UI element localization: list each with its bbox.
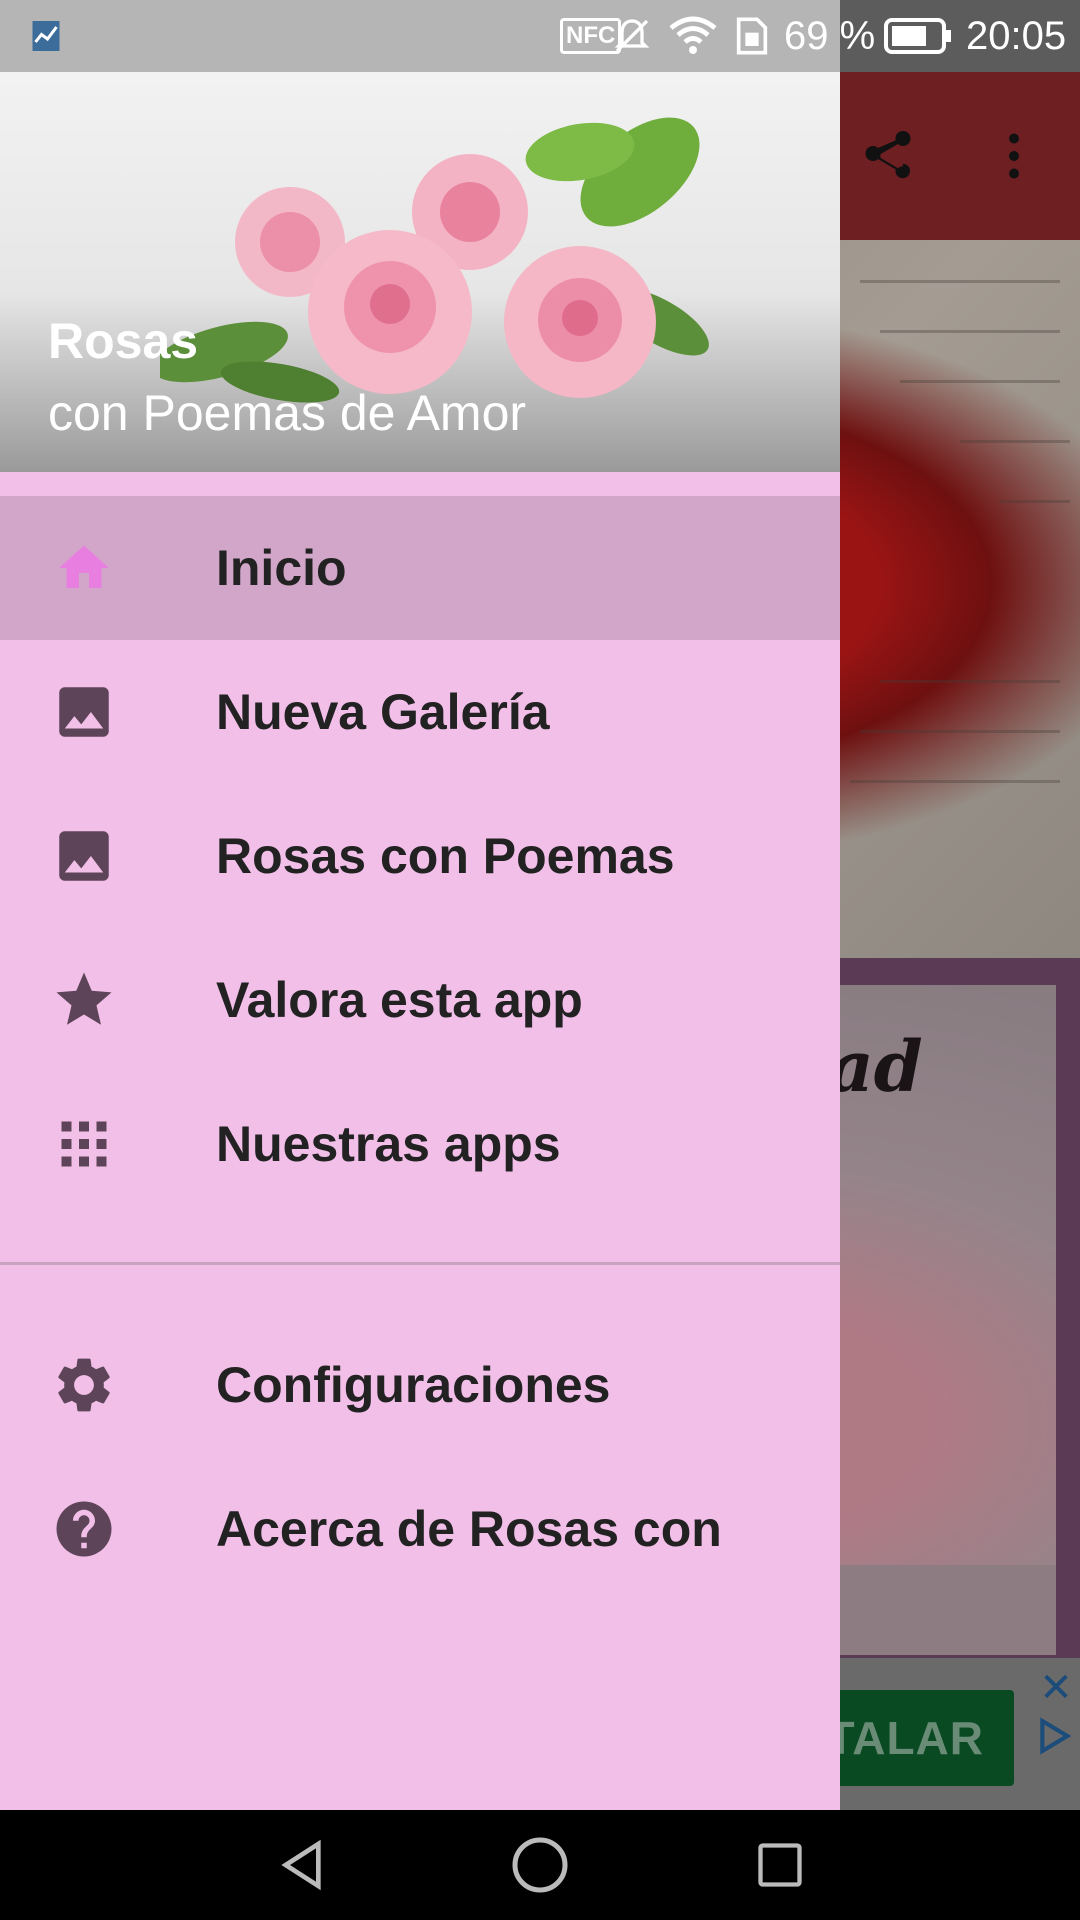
ad-close-icon[interactable]: ✕ xyxy=(1036,1668,1076,1708)
clock: 20:05 xyxy=(966,13,1067,58)
wifi-icon xyxy=(668,0,718,72)
nav-item-label: Valora esta app xyxy=(216,972,583,1028)
back-icon[interactable] xyxy=(262,1830,342,1900)
ad-choices-icon[interactable] xyxy=(1034,1716,1074,1756)
nav-item-label: Configuraciones xyxy=(216,1357,611,1413)
home-nav-icon[interactable] xyxy=(500,1830,580,1900)
apps-grid-icon xyxy=(48,1108,120,1180)
gear-icon xyxy=(48,1349,120,1421)
nav-item-configuraciones[interactable]: Configuraciones xyxy=(0,1313,840,1457)
home-icon xyxy=(48,532,120,604)
star-icon xyxy=(48,964,120,1036)
drawer-subtitle: con Poemas de Amor xyxy=(48,385,527,441)
nav-item-nueva-galeria[interactable]: Nueva Galería xyxy=(0,640,840,784)
status-bar: NFC 69 % 20:05 xyxy=(0,0,1080,72)
sim-icon xyxy=(734,0,770,72)
nav-item-label: Inicio xyxy=(216,540,347,596)
nav-item-acerca-de[interactable]: Acerca de Rosas con xyxy=(0,1457,840,1601)
recent-apps-icon[interactable] xyxy=(740,1830,820,1900)
nav-item-rosas-con-poemas[interactable]: Rosas con Poemas xyxy=(0,784,840,928)
nav-item-label: Nueva Galería xyxy=(216,684,550,740)
nav-item-nuestras-apps[interactable]: Nuestras apps xyxy=(0,1072,840,1216)
system-navigation-bar xyxy=(0,1810,1080,1920)
battery-icon xyxy=(884,0,952,72)
help-icon xyxy=(48,1493,120,1565)
nav-item-label: Acerca de Rosas con xyxy=(216,1501,722,1557)
image-icon xyxy=(48,820,120,892)
nav-item-inicio[interactable]: Inicio xyxy=(0,496,840,640)
battery-percent: 69 % xyxy=(784,13,876,58)
app-notification-icon xyxy=(28,0,64,72)
more-options-icon[interactable] xyxy=(974,116,1054,196)
image-icon xyxy=(48,676,120,748)
drawer-title: Rosas xyxy=(48,313,199,369)
mute-icon xyxy=(612,0,652,72)
drawer-menu: Inicio Nueva Galería Rosas con Poemas Va… xyxy=(0,496,840,1601)
nav-item-valora-esta-app[interactable]: Valora esta app xyxy=(0,928,840,1072)
drawer-header: Rosas con Poemas de Amor xyxy=(0,72,840,472)
navigation-drawer: Rosas con Poemas de Amor Inicio Nueva Ga… xyxy=(0,72,840,1810)
drawer-divider xyxy=(0,1262,840,1265)
nav-item-label: Rosas con Poemas xyxy=(216,828,675,884)
nav-item-label: Nuestras apps xyxy=(216,1116,561,1172)
share-icon[interactable] xyxy=(848,116,928,196)
